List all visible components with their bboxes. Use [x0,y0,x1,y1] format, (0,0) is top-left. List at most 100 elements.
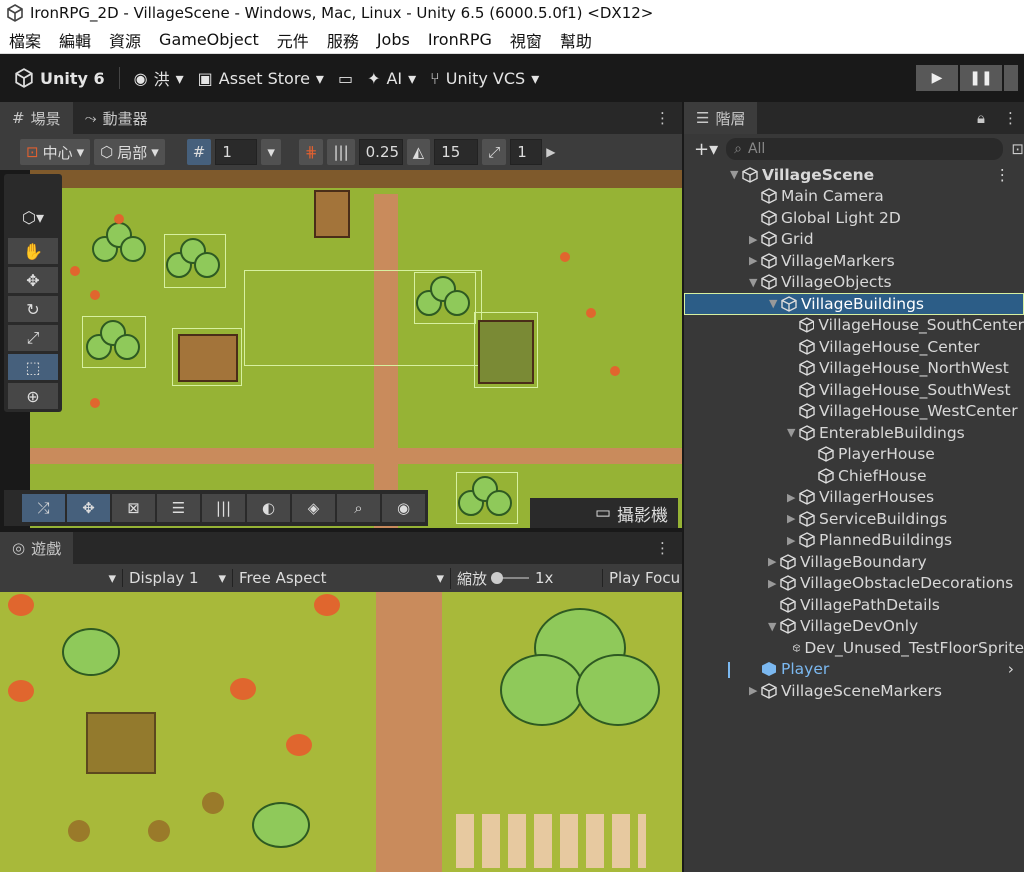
hierarchy-item[interactable]: ▼ VillageBuildings [684,293,1024,315]
expand-right-icon[interactable]: ▶ [749,233,761,246]
scale-tool[interactable]: ⤢ [8,325,58,351]
hierarchy-item[interactable]: ▶ VillageBoundary [684,551,1024,573]
sprite-tool[interactable]: ⊠ [112,494,155,522]
align-tool[interactable]: ☰ [157,494,200,522]
camera-overlay[interactable]: ▭ 攝影機 [530,498,678,528]
package-manager-button[interactable]: ▭ [338,69,353,88]
hierarchy-item[interactable]: VillageHouse_Center [684,336,1024,358]
move-tool-2[interactable]: ✥ [67,494,110,522]
layers-tool[interactable]: ◈ [292,494,335,522]
camera-tool[interactable]: ◉ [382,494,425,522]
rotate-snap-field[interactable]: 15 [434,139,479,165]
lighting-tool[interactable]: ◐ [247,494,290,522]
shuffle-tool[interactable]: ⤮ [22,494,65,522]
audio-tool[interactable]: ||| [202,494,245,522]
account-dropdown[interactable]: ◉ 洪 ▾ [134,66,184,90]
expand-right-icon[interactable]: ▶ [768,577,780,590]
hierarchy-item[interactable]: ▼ EnterableBuildings [684,422,1024,444]
hierarchy-search-input[interactable]: ⌕ All [726,138,1004,160]
transform-tool[interactable]: ⊕ [8,383,58,409]
move-tool[interactable]: ✥ [8,267,58,293]
expand-right-icon[interactable]: ▶ [768,555,780,568]
tab-scene[interactable]: # 場景 [0,102,73,134]
tab-animator[interactable]: ⤳ 動畫器 [73,102,160,134]
hierarchy-item[interactable]: ▶ VillageObstacleDecorations [684,573,1024,595]
ai-dropdown[interactable]: ✦ AI ▾ [367,69,416,88]
lock-button[interactable]: 🔒︎ [965,102,997,134]
display-dropdown[interactable]: Display 1 ▾ [122,569,232,587]
hierarchy-item[interactable]: VillageHouse_SouthWest [684,379,1024,401]
hierarchy-item[interactable]: ▶ VillageSceneMarkers [684,680,1024,702]
menu-ironrpg[interactable]: IronRPG [419,30,501,49]
play-focus-dropdown[interactable]: Play Focu [602,569,682,587]
increment-snap-button[interactable]: ||| [327,139,355,165]
expand-right-icon[interactable]: ▶ [787,534,799,547]
hierarchy-item[interactable]: ▶ Grid [684,229,1024,251]
scene-viewport[interactable] [30,170,682,528]
menu-file[interactable]: 檔案 [0,28,50,52]
hierarchy-item[interactable]: VillageHouse_WestCenter [684,401,1024,423]
menu-edit[interactable]: 編輯 [50,28,100,52]
grid-size-field[interactable]: 1 [215,139,258,165]
slider-track[interactable] [491,572,530,584]
menu-component[interactable]: 元件 [268,28,318,52]
move-snap-field[interactable]: 0.25 [358,139,403,165]
game-viewport[interactable] [0,592,682,872]
expand-down-icon[interactable]: ▼ [730,168,742,181]
hierarchy-item[interactable]: ▶ PlannedBuildings [684,530,1024,552]
scene-more-menu[interactable]: ⋮ [643,102,682,134]
scale-slider[interactable]: 縮放 1x [450,567,602,589]
rotate-tool[interactable]: ↻ [8,296,58,322]
hierarchy-item[interactable]: ChiefHouse [684,465,1024,487]
pause-button[interactable]: ❚❚ [960,65,1002,91]
menu-services[interactable]: 服務 [318,28,368,52]
tab-hierarchy[interactable]: ☰ 階層 [684,102,758,134]
snap-toggle[interactable]: ⋕ [298,139,324,165]
space-dropdown[interactable]: ⬡ 局部 ▾ [94,139,165,165]
hierarchy-item[interactable]: Player › [684,659,1024,681]
hierarchy-item[interactable]: ▼ VillageDevOnly [684,616,1024,638]
step-button[interactable] [1004,65,1018,91]
expand-down-icon[interactable]: ▼ [787,426,799,439]
asset-store-dropdown[interactable]: ▣ Asset Store ▾ [198,69,324,88]
hierarchy-item[interactable]: PlayerHouse [684,444,1024,466]
menu-assets[interactable]: 資源 [100,28,150,52]
menu-help[interactable]: 幫助 [551,28,601,52]
hierarchy-item[interactable]: ▶ VillagerHouses [684,487,1024,509]
kebab-icon[interactable]: ⋮ [995,166,1011,184]
hierarchy-item[interactable]: ▼ VillageObjects [684,272,1024,294]
hierarchy-item[interactable]: VillageHouse_SouthCenter [684,315,1024,337]
aspect-dropdown[interactable]: Free Aspect ▾ [232,569,450,587]
hierarchy-item[interactable]: VillageHouse_NorthWest [684,358,1024,380]
expand-right-icon[interactable]: ▶ [749,684,761,697]
game-more-menu[interactable]: ⋮ [643,532,682,564]
rotate-snap-button[interactable]: ◭ [406,139,431,165]
hierarchy-item[interactable]: ▼ VillageScene ⋮ [684,164,1024,186]
hierarchy-more-menu[interactable]: ⋮ [997,102,1024,134]
menu-gameobject[interactable]: GameObject [150,30,268,49]
grid-size-dropdown[interactable]: ▾ [261,139,281,165]
hand-tool[interactable]: ✋ [8,238,58,264]
grid-toggle[interactable]: # [186,139,212,165]
pivot-dropdown[interactable]: ⊡ 中心 ▾ [20,139,91,165]
scene-visibility-button[interactable]: ⊡ [1011,140,1024,158]
hierarchy-item[interactable]: ▶ ServiceBuildings [684,508,1024,530]
chevron-right-icon[interactable]: › [1008,660,1014,678]
expand-right-icon[interactable]: ▶ [787,512,799,525]
expand-right-icon[interactable]: ▶ [787,491,799,504]
expand-right-icon[interactable]: ▶ [749,254,761,267]
play-button[interactable]: ▶ [916,65,958,91]
expand-down-icon[interactable]: ▼ [769,297,781,310]
unity-menu-button[interactable]: Unity 6 [14,68,105,88]
expand-down-icon[interactable]: ▼ [749,276,761,289]
scale-snap-button[interactable]: ⤢ [482,139,507,165]
vcs-dropdown[interactable]: ⑂ Unity VCS ▾ [430,69,539,88]
hierarchy-item[interactable]: Global Light 2D [684,207,1024,229]
search-tool[interactable]: ⌕ [337,494,380,522]
more-arrow-icon[interactable]: ▶ [546,145,555,159]
hierarchy-item[interactable]: ▶ VillageMarkers [684,250,1024,272]
hierarchy-item[interactable]: VillagePathDetails [684,594,1024,616]
scale-snap-field[interactable]: 1 [510,139,543,165]
hierarchy-item[interactable]: Main Camera [684,186,1024,208]
add-button[interactable]: +▾ [694,139,718,160]
